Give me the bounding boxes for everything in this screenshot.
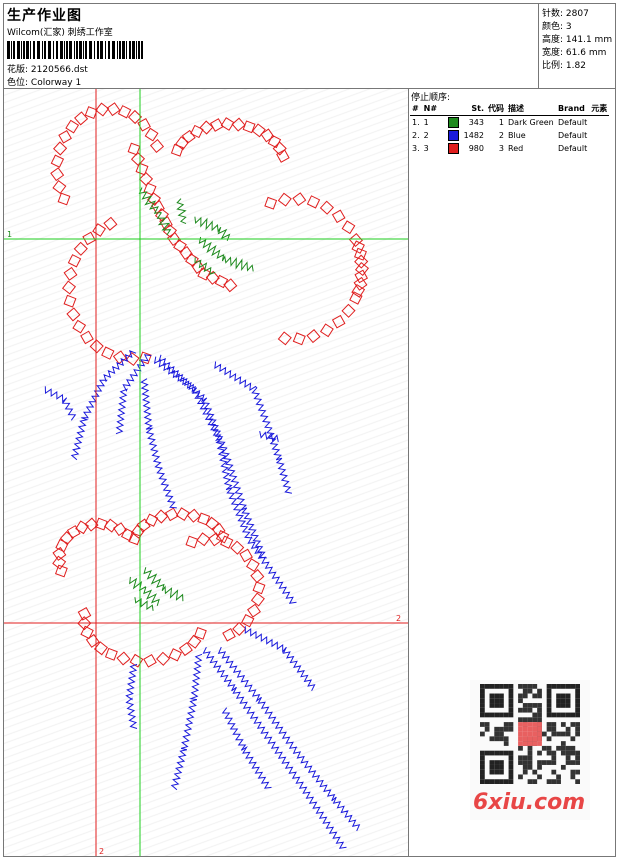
design-info: 花版: 2120566.dst — [7, 62, 88, 75]
stat-stitches: 针数: 2807 — [542, 9, 589, 19]
blue-leaf-layer — [44, 349, 361, 849]
watermark-logo: 6xiu.com — [473, 790, 586, 815]
table-row: 2. 2 1482 2 Blue Default — [412, 130, 588, 141]
color-swatch — [447, 130, 459, 141]
col-stitches: St. — [461, 102, 486, 116]
stats-panel: 针数: 2807 颜色: 3 高度: 141.1 mm 宽度: 61.6 mm … — [538, 4, 616, 88]
guide-label-2: 2 — [396, 614, 401, 623]
col-brand: Brand — [556, 102, 590, 116]
stat-width: 宽度: 61.6 mm — [542, 48, 607, 58]
color-table: # N# St. 代码 描述 Brand 元素 1. 1 343 1 Dark … — [410, 102, 610, 155]
design-file: 2120566.dst — [30, 65, 88, 75]
col-swatch — [445, 102, 462, 116]
colorway-label: 色位: — [7, 78, 29, 88]
stat-scale: 比例: 1.82 — [542, 61, 586, 71]
red-outline-layer — [50, 102, 370, 668]
col-code: 代码 — [486, 102, 506, 116]
design-label: 花版: — [7, 65, 29, 75]
colorway-info: 色位: Colorway 1 — [7, 75, 81, 88]
header: 生产作业图 Wilcom(汇家) 刺绣工作室 花版: 2120566.dst 色… — [4, 4, 538, 88]
embroidery-preview: 1 2 2 — [4, 89, 408, 856]
table-row: 3. 3 980 3 Red Default — [412, 143, 588, 154]
qr-code — [480, 684, 580, 784]
guide-label-1: 1 — [7, 230, 12, 239]
studio-name: Wilcom(汇家) 刺绣工作室 — [7, 28, 113, 38]
table-header: # N# St. 代码 描述 Brand 元素 — [410, 102, 610, 116]
colorway-value: Colorway 1 — [30, 78, 82, 88]
color-swatch — [447, 117, 459, 128]
col-desc: 描述 — [506, 102, 556, 116]
page-title: 生产作业图 — [7, 8, 82, 24]
barcode — [7, 41, 143, 59]
design-canvas: 1 2 2 — [4, 89, 408, 856]
col-element: 元素 — [589, 102, 610, 116]
col-num: # — [410, 102, 422, 116]
guide-label-v2: 2 — [99, 847, 104, 856]
col-n: N# — [421, 102, 446, 116]
stat-height: 高度: 141.1 mm — [542, 35, 613, 45]
table-row: 1. 1 343 1 Dark Green Default — [412, 117, 588, 128]
stat-colors: 颜色: 3 — [542, 22, 572, 32]
color-swatch — [447, 143, 459, 154]
green-leaf-layer — [129, 187, 254, 611]
